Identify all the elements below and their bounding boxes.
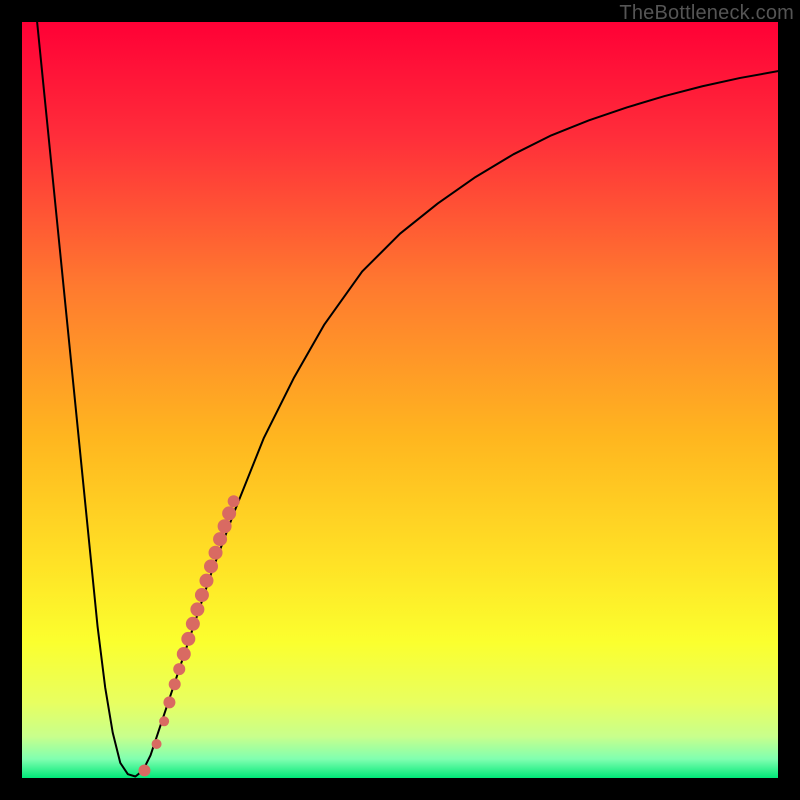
curve-marker bbox=[138, 764, 150, 776]
curve-marker bbox=[181, 632, 195, 646]
chart-frame: TheBottleneck.com bbox=[0, 0, 800, 800]
curve-marker bbox=[159, 716, 169, 726]
curve-marker bbox=[195, 588, 209, 602]
gradient-background bbox=[22, 22, 778, 778]
curve-marker bbox=[177, 647, 191, 661]
curve-marker bbox=[204, 559, 218, 573]
curve-marker bbox=[173, 663, 185, 675]
chart-svg bbox=[22, 22, 778, 778]
plot-area bbox=[22, 22, 778, 778]
curve-marker bbox=[169, 678, 181, 690]
curve-marker bbox=[163, 696, 175, 708]
curve-marker bbox=[199, 574, 213, 588]
curve-marker bbox=[228, 495, 240, 507]
curve-marker bbox=[209, 546, 223, 560]
curve-marker bbox=[218, 519, 232, 533]
curve-marker bbox=[152, 739, 162, 749]
curve-marker bbox=[213, 532, 227, 546]
curve-marker bbox=[222, 506, 236, 520]
curve-marker bbox=[190, 602, 204, 616]
curve-marker bbox=[186, 617, 200, 631]
